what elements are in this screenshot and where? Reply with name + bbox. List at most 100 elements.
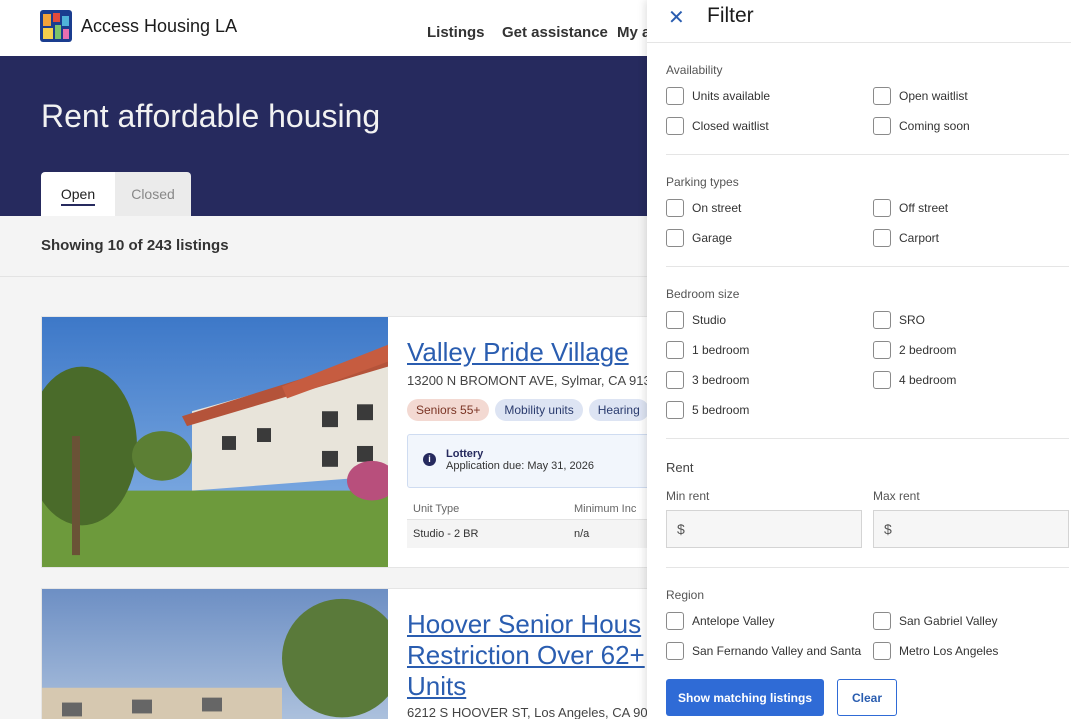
checkbox-label: 5 bedroom xyxy=(692,403,750,417)
checkbox-box[interactable] xyxy=(873,229,891,247)
checkbox-label: SRO xyxy=(899,313,926,327)
checkbox-label: On street xyxy=(692,201,742,215)
cell-unit-type: Studio - 2 BR xyxy=(413,528,479,540)
listing-tabs: Open Closed xyxy=(41,172,191,216)
filter-drawer: ✕ Filter Availability Units available Op… xyxy=(647,0,1071,719)
max-rent-input[interactable]: $ xyxy=(873,510,1069,548)
listing-address: 6212 S HOOVER ST, Los Angeles, CA 9004 xyxy=(407,705,663,719)
clear-button[interactable]: Clear xyxy=(837,679,897,716)
checkbox-label: Garage xyxy=(692,231,733,245)
checkbox-label: Off street xyxy=(899,201,949,215)
listing-name[interactable]: Valley Pride Village xyxy=(407,337,629,368)
checkbox-san-fernando-valley[interactable]: San Fernando Valley and Santa xyxy=(666,642,861,660)
checkbox-3-bedroom[interactable]: 3 bedroom xyxy=(666,371,749,389)
tag-hearing: Hearing xyxy=(588,399,649,421)
filter-header: ✕ Filter xyxy=(647,0,1071,43)
nav-get-assistance[interactable]: Get assistance xyxy=(502,24,608,41)
checkbox-coming-soon[interactable]: Coming soon xyxy=(873,117,970,135)
tab-open[interactable]: Open xyxy=(41,172,115,216)
checkbox-label: Antelope Valley xyxy=(692,614,775,628)
checkbox-1-bedroom[interactable]: 1 bedroom xyxy=(666,341,749,359)
checkbox-box[interactable] xyxy=(666,199,684,217)
checkbox-label: Metro Los Angeles xyxy=(899,644,999,658)
page-title: Rent affordable housing xyxy=(41,98,381,134)
min-rent-input[interactable]: $ xyxy=(666,510,862,548)
nav-listings[interactable]: Listings xyxy=(427,24,485,41)
currency-symbol: $ xyxy=(677,521,685,537)
checkbox-box[interactable] xyxy=(873,612,891,630)
cell-minimum-income: n/a xyxy=(574,528,590,540)
listing-photo[interactable] xyxy=(42,589,388,719)
divider xyxy=(666,154,1069,155)
listing-tags: Seniors 55+ Mobility units Hearing xyxy=(407,399,649,421)
checkbox-label: 3 bedroom xyxy=(692,373,750,387)
checkbox-box[interactable] xyxy=(666,341,684,359)
divider xyxy=(666,438,1069,439)
listing-card: Valley Pride Village 13200 N BROMONT AVE… xyxy=(41,316,741,568)
checkbox-garage[interactable]: Garage xyxy=(666,229,732,247)
checkbox-box[interactable] xyxy=(873,199,891,217)
checkbox-label: Coming soon xyxy=(899,119,970,133)
checkbox-box[interactable] xyxy=(666,311,684,329)
checkbox-label: San Gabriel Valley xyxy=(899,614,998,628)
checkbox-antelope-valley[interactable]: Antelope Valley xyxy=(666,612,775,630)
checkbox-label: Open waitlist xyxy=(899,89,968,103)
listing-photo[interactable] xyxy=(42,317,388,567)
checkbox-box[interactable] xyxy=(666,117,684,135)
region-label: Region xyxy=(666,588,705,602)
listing-name-line-1: Hoover Senior Hous xyxy=(407,609,642,639)
results-count: Showing 10 of 243 listings xyxy=(41,237,229,254)
listing-name[interactable]: Hoover Senior Hous Restriction Over 62+ … xyxy=(407,609,645,702)
checkbox-box[interactable] xyxy=(873,311,891,329)
checkbox-box[interactable] xyxy=(873,341,891,359)
checkbox-4-bedroom[interactable]: 4 bedroom xyxy=(873,371,956,389)
checkbox-box[interactable] xyxy=(666,229,684,247)
brand-name[interactable]: Access Housing LA xyxy=(81,16,237,37)
checkbox-box[interactable] xyxy=(666,371,684,389)
divider xyxy=(666,266,1069,267)
listing-address: 13200 N BROMONT AVE, Sylmar, CA 9134 xyxy=(407,373,658,388)
lottery-title: Lottery xyxy=(446,448,484,460)
tag-seniors: Seniors 55+ xyxy=(407,399,490,421)
availability-label: Availability xyxy=(666,63,723,77)
checkbox-units-available[interactable]: Units available xyxy=(666,87,770,105)
checkbox-label: 1 bedroom xyxy=(692,343,750,357)
checkbox-metro-los-angeles[interactable]: Metro Los Angeles xyxy=(873,642,998,660)
checkbox-sro[interactable]: SRO xyxy=(873,311,925,329)
checkbox-box[interactable] xyxy=(666,401,684,419)
checkbox-label: San Fernando Valley and Santa xyxy=(692,644,862,658)
checkbox-on-street[interactable]: On street xyxy=(666,199,741,217)
tab-closed[interactable]: Closed xyxy=(115,172,191,216)
checkbox-box[interactable] xyxy=(873,117,891,135)
col-unit-type: Unit Type xyxy=(413,502,460,515)
checkbox-label: Closed waitlist xyxy=(692,119,769,133)
nav-my-account[interactable]: My a xyxy=(617,24,650,41)
show-matching-listings-button[interactable]: Show matching listings xyxy=(666,679,824,716)
checkbox-off-street[interactable]: Off street xyxy=(873,199,948,217)
close-icon[interactable]: ✕ xyxy=(668,5,685,30)
col-minimum-income: Minimum Inc xyxy=(574,502,637,515)
checkbox-box[interactable] xyxy=(873,87,891,105)
checkbox-5-bedroom[interactable]: 5 bedroom xyxy=(666,401,749,419)
checkbox-label: 2 bedroom xyxy=(899,343,957,357)
parking-types-label: Parking types xyxy=(666,175,739,189)
lottery-due-date: Application due: May 31, 2026 xyxy=(446,460,594,472)
checkbox-carport[interactable]: Carport xyxy=(873,229,939,247)
checkbox-box[interactable] xyxy=(666,642,684,660)
checkbox-open-waitlist[interactable]: Open waitlist xyxy=(873,87,968,105)
checkbox-box[interactable] xyxy=(666,612,684,630)
checkbox-label: Units available xyxy=(692,89,771,103)
divider xyxy=(666,567,1069,568)
min-rent-label: Min rent xyxy=(666,489,710,503)
tab-open-label: Open xyxy=(60,182,96,206)
checkbox-box[interactable] xyxy=(873,371,891,389)
checkbox-box[interactable] xyxy=(666,87,684,105)
checkbox-box[interactable] xyxy=(873,642,891,660)
access-housing-logo[interactable] xyxy=(40,10,72,42)
checkbox-2-bedroom[interactable]: 2 bedroom xyxy=(873,341,956,359)
filter-title: Filter xyxy=(707,4,754,27)
checkbox-closed-waitlist[interactable]: Closed waitlist xyxy=(666,117,769,135)
checkbox-san-gabriel-valley[interactable]: San Gabriel Valley xyxy=(873,612,998,630)
checkbox-studio[interactable]: Studio xyxy=(666,311,726,329)
listing-card: Hoover Senior Hous Restriction Over 62+ … xyxy=(41,588,741,719)
